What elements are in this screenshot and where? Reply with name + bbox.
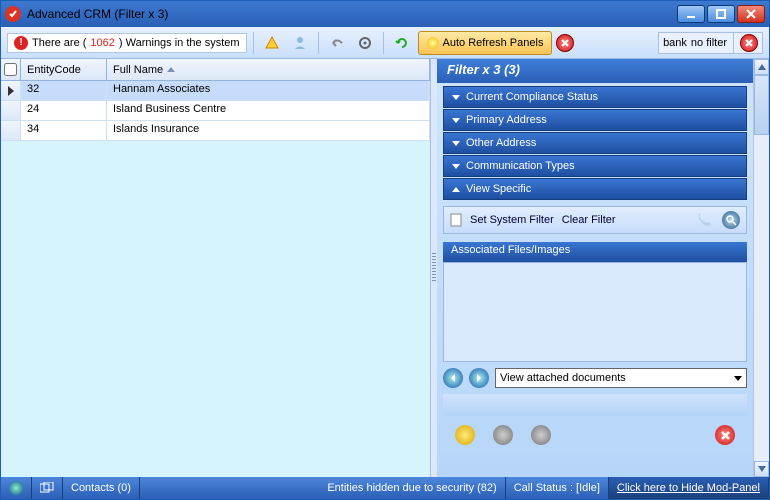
chevron-down-icon bbox=[452, 164, 460, 169]
filter-ops-bar: Set System Filter Clear Filter bbox=[443, 206, 747, 234]
scroll-thumb[interactable] bbox=[754, 75, 769, 135]
disk-icon bbox=[450, 213, 462, 227]
maximize-button[interactable] bbox=[707, 5, 735, 23]
accordion-item-primary-address[interactable]: Primary Address bbox=[443, 109, 747, 131]
warnings-count: 1062 bbox=[90, 37, 114, 49]
app-icon bbox=[5, 6, 21, 22]
nav-next-button[interactable] bbox=[469, 368, 489, 388]
minimize-button[interactable] bbox=[677, 5, 705, 23]
accordion-item-view-specific[interactable]: View Specific bbox=[443, 178, 747, 200]
nav-prev-button[interactable] bbox=[443, 368, 463, 388]
cell-fullname: Islands Insurance bbox=[107, 121, 430, 140]
filter-value: no filter bbox=[691, 37, 727, 49]
warnings-text-suffix: ) Warnings in the system bbox=[119, 37, 240, 49]
attachments-combo[interactable]: View attached documents bbox=[495, 368, 747, 388]
chevron-down-icon bbox=[452, 141, 460, 146]
clear-bank-filter-button[interactable] bbox=[740, 34, 758, 52]
accordion-item-other-address[interactable]: Other Address bbox=[443, 132, 747, 154]
row-indicator bbox=[1, 101, 21, 120]
yellow-action-button[interactable] bbox=[455, 425, 475, 445]
associated-files-header: Associated Files/Images bbox=[443, 242, 747, 262]
scroll-down-button[interactable] bbox=[754, 461, 769, 477]
cell-entitycode: 34 bbox=[21, 121, 107, 140]
delete-button[interactable] bbox=[715, 425, 735, 445]
row-selector-header[interactable] bbox=[1, 59, 21, 80]
accordion-item-communication-types[interactable]: Communication Types bbox=[443, 155, 747, 177]
row-indicator bbox=[1, 81, 21, 100]
table-row[interactable]: 24 Island Business Centre bbox=[1, 101, 430, 121]
chevron-up-icon bbox=[452, 187, 460, 192]
filter-header: Filter x 3 (3) bbox=[437, 59, 753, 83]
associated-files-body bbox=[443, 262, 747, 362]
settings-button[interactable] bbox=[353, 31, 377, 55]
warnings-box[interactable]: ! There are ( 1062 ) Warnings in the syste… bbox=[7, 33, 247, 53]
right-pane: Filter x 3 (3) Current Compliance Status… bbox=[437, 59, 769, 477]
bank-filter-box: bank no filter bbox=[658, 32, 763, 54]
nav-row: View attached documents bbox=[443, 368, 747, 388]
left-pane: EntityCode Full Name 32 Hannam Associate… bbox=[1, 59, 431, 477]
row-indicator bbox=[1, 121, 21, 140]
status-contacts[interactable]: Contacts (0) bbox=[63, 477, 140, 499]
close-button[interactable] bbox=[737, 5, 765, 23]
hide-mod-panel-link[interactable]: Click here to Hide Mod-Panel bbox=[609, 477, 769, 499]
stop-button[interactable] bbox=[556, 34, 574, 52]
status-globe-cell[interactable] bbox=[1, 477, 32, 499]
bottom-strip bbox=[443, 394, 747, 416]
grey-action-button-1[interactable] bbox=[493, 425, 513, 445]
auto-refresh-button[interactable]: Auto Refresh Panels bbox=[418, 31, 553, 55]
chevron-down-icon bbox=[452, 118, 460, 123]
grid-header: EntityCode Full Name bbox=[1, 59, 430, 81]
main-window: Advanced CRM (Filter x 3) ! There are ( 1… bbox=[0, 0, 770, 500]
right-scrollbar[interactable] bbox=[753, 59, 769, 477]
set-system-filter-link[interactable]: Set System Filter bbox=[470, 214, 554, 226]
dropdown-icon bbox=[734, 376, 742, 381]
cell-fullname: Island Business Centre bbox=[107, 101, 430, 120]
sort-asc-icon bbox=[167, 67, 175, 72]
windows-icon bbox=[40, 482, 54, 494]
statusbar: Contacts (0) Entities hidden due to secu… bbox=[1, 477, 769, 499]
warnings-text-prefix: There are ( bbox=[32, 37, 86, 49]
grid: EntityCode Full Name 32 Hannam Associate… bbox=[1, 59, 430, 477]
window-title: Advanced CRM (Filter x 3) bbox=[27, 7, 168, 21]
bank-label: bank bbox=[663, 37, 687, 49]
grid-rows: 32 Hannam Associates 24 Island Business … bbox=[1, 81, 430, 141]
warning-icon: ! bbox=[14, 36, 28, 50]
table-row[interactable]: 34 Islands Insurance bbox=[1, 121, 430, 141]
action-balls-row bbox=[443, 420, 747, 450]
status-hidden: Entities hidden due to security (82) bbox=[140, 477, 506, 499]
status-call: Call Status : [Idle] bbox=[506, 477, 609, 499]
clear-filter-link[interactable]: Clear Filter bbox=[562, 214, 616, 226]
refresh-button[interactable] bbox=[390, 31, 414, 55]
globe-icon bbox=[9, 481, 23, 495]
col-fullname[interactable]: Full Name bbox=[107, 59, 430, 80]
filter-accordion: Current Compliance Status Primary Addres… bbox=[443, 86, 747, 201]
table-row[interactable]: 32 Hannam Associates bbox=[1, 81, 430, 101]
titlebar: Advanced CRM (Filter x 3) bbox=[1, 1, 769, 27]
phone-icon bbox=[694, 210, 714, 230]
bulb-icon bbox=[427, 37, 439, 49]
cell-entitycode: 24 bbox=[21, 101, 107, 120]
select-all-checkbox[interactable] bbox=[4, 63, 17, 76]
cell-entitycode: 32 bbox=[21, 81, 107, 100]
search-button[interactable] bbox=[722, 211, 740, 229]
cell-fullname: Hannam Associates bbox=[107, 81, 430, 100]
status-windows-cell[interactable] bbox=[32, 477, 63, 499]
combo-value: View attached documents bbox=[500, 372, 626, 384]
toolbar: ! There are ( 1062 ) Warnings in the syste… bbox=[1, 27, 769, 59]
current-row-icon bbox=[8, 86, 14, 96]
auto-refresh-label: Auto Refresh Panels bbox=[443, 37, 544, 49]
scroll-up-button[interactable] bbox=[754, 59, 769, 75]
alert-button[interactable] bbox=[260, 31, 284, 55]
body: EntityCode Full Name 32 Hannam Associate… bbox=[1, 59, 769, 477]
chevron-down-icon bbox=[452, 95, 460, 100]
user-button[interactable] bbox=[288, 31, 312, 55]
undo-button[interactable] bbox=[325, 31, 349, 55]
col-entitycode[interactable]: EntityCode bbox=[21, 59, 107, 80]
grey-action-button-2[interactable] bbox=[531, 425, 551, 445]
accordion-item-compliance[interactable]: Current Compliance Status bbox=[443, 86, 747, 108]
